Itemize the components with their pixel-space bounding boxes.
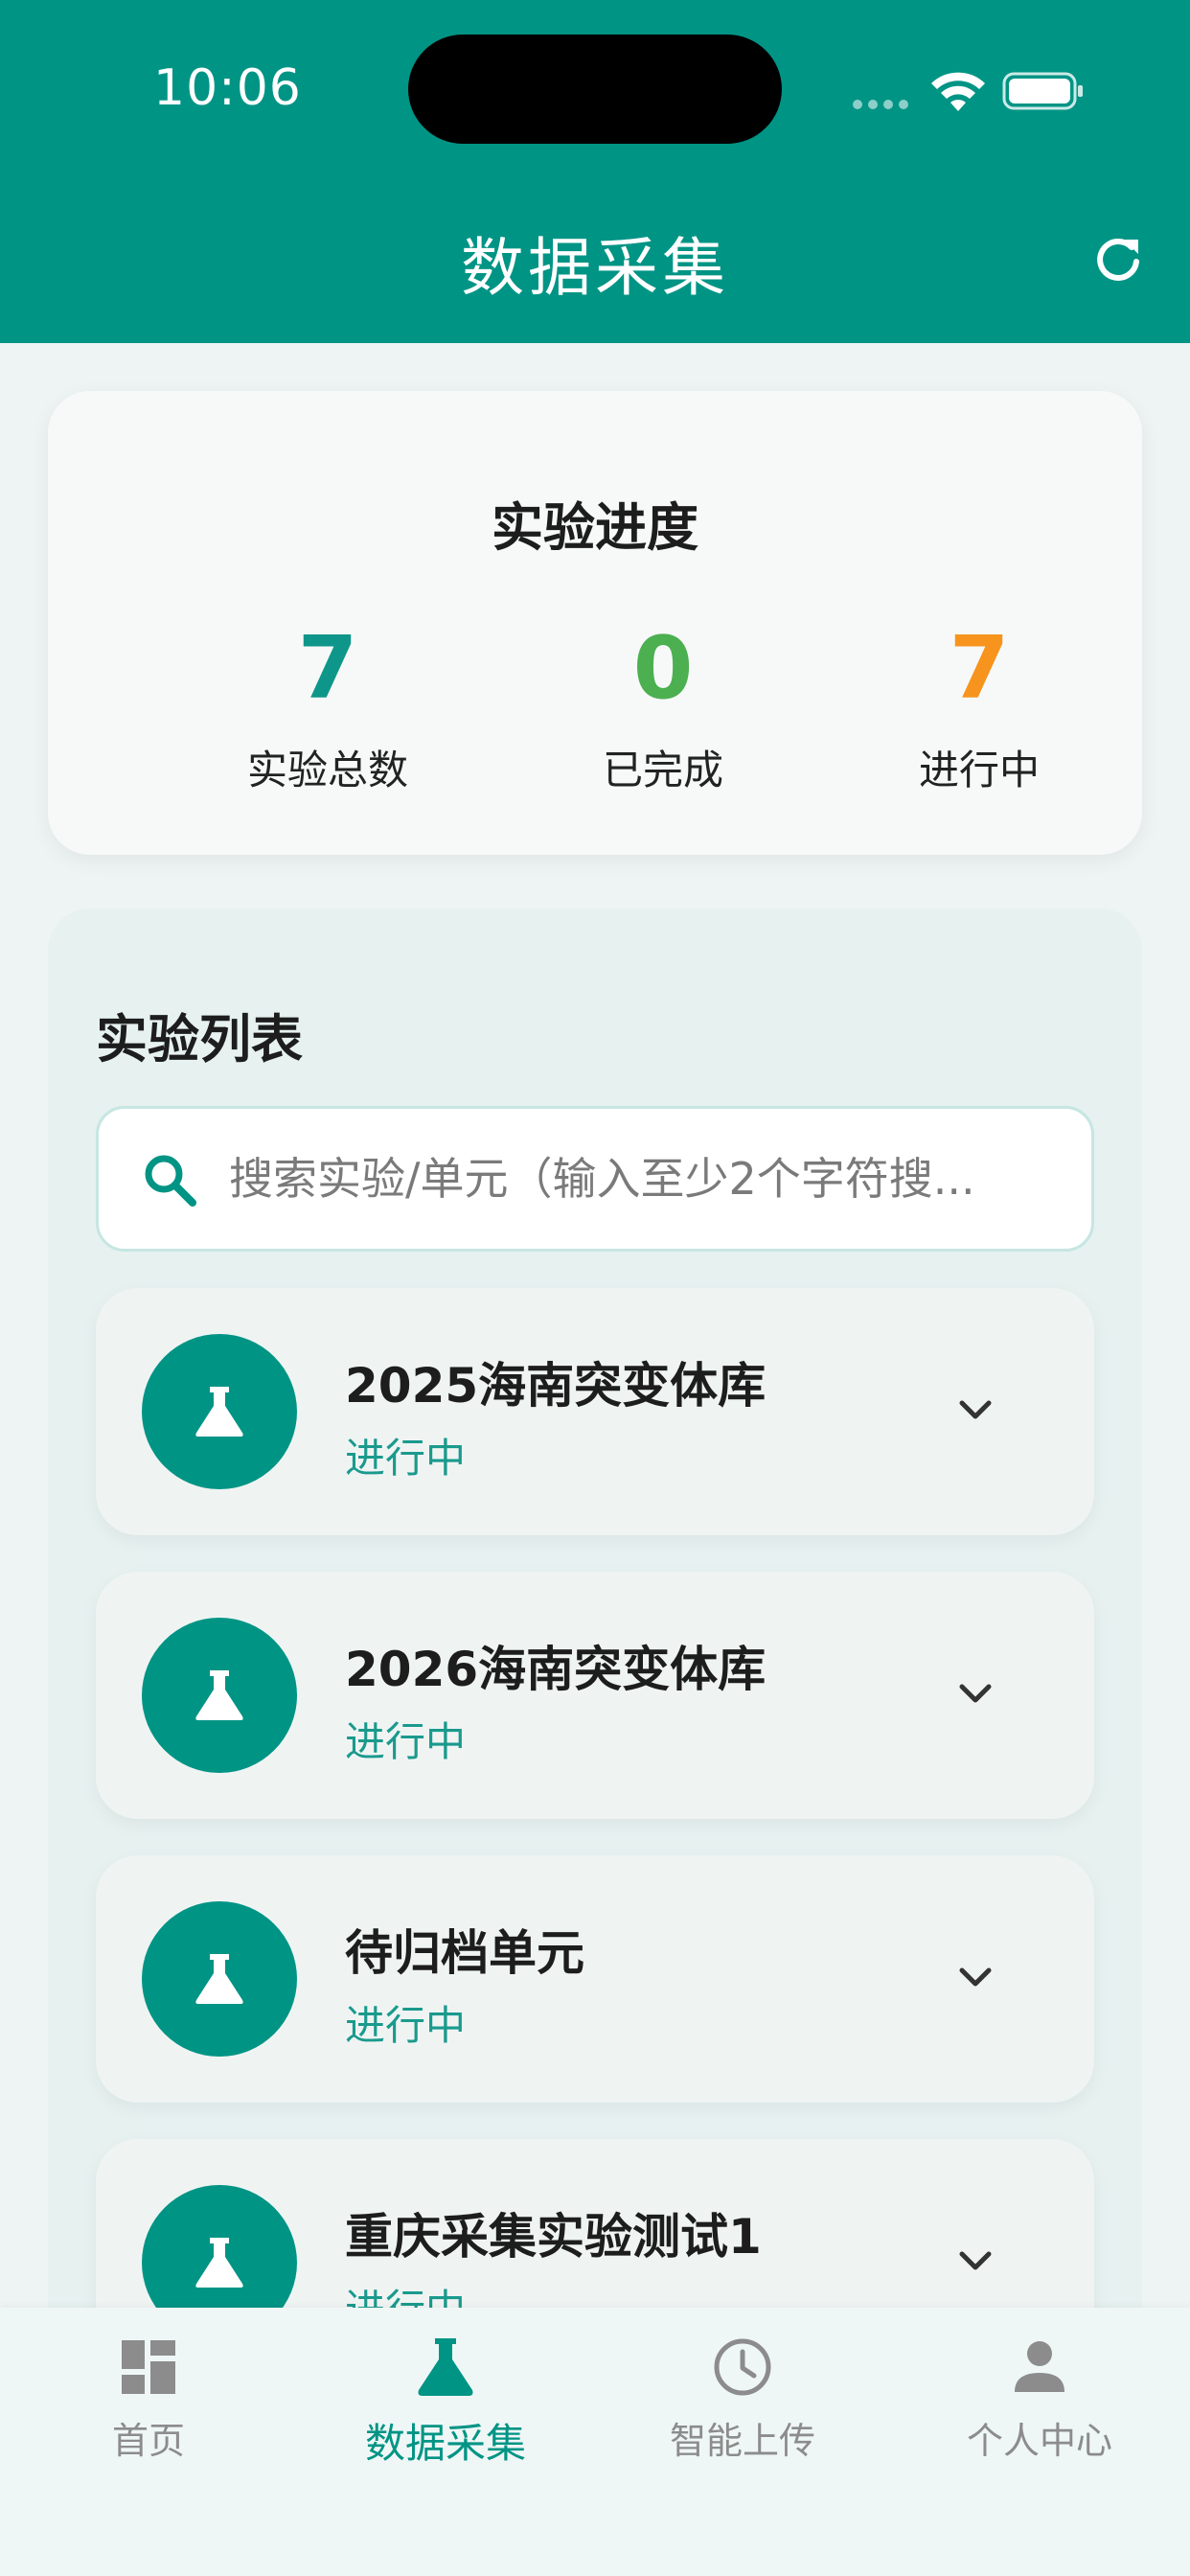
stat-in-progress: 7 进行中 [835,621,1123,796]
experiment-name: 2026海南突变体库 [345,1642,767,1697]
clock-icon [714,2338,771,2396]
cellular-signal-icon [853,100,908,109]
progress-title: 实验进度 [492,497,698,558]
dynamic-island [408,34,782,144]
tab-data-collection[interactable]: 数据采集 [297,2334,594,2470]
chevron-down-icon[interactable] [954,1957,996,1999]
experiment-status: 进行中 [345,2002,467,2049]
chevron-down-icon[interactable] [954,1673,996,1715]
stat-in-progress-label: 进行中 [918,747,1040,794]
tab-data-collection-label: 数据采集 [364,2420,526,2467]
tab-home[interactable]: 首页 [0,2334,297,2464]
page-title: 数据采集 [461,231,729,305]
search-icon [145,1155,196,1207]
flask-icon [195,1387,243,1437]
experiment-card[interactable]: 2025海南突变体库 进行中 [96,1288,1094,1535]
tab-smart-upload[interactable]: 智能上传 [594,2334,891,2464]
stat-completed: 0 已完成 [519,621,807,796]
experiment-status: 进行中 [345,1435,467,1482]
experiment-name: 2025海南突变体库 [345,1358,767,1414]
stat-total: 7 实验总数 [184,621,471,796]
stat-total-label: 实验总数 [246,747,408,794]
experiment-avatar [142,1618,297,1773]
stat-completed-label: 已完成 [602,747,723,794]
chevron-down-icon[interactable] [954,1390,996,1432]
progress-card: 实验进度 7 实验总数 0 已完成 7 进行中 [48,391,1142,855]
person-icon [1015,2341,1064,2392]
experiment-status: 进行中 [345,1718,467,1765]
flask-icon [418,2338,473,2396]
experiment-card[interactable]: 待归档单元 进行中 [96,1855,1094,2103]
battery-icon [1002,72,1083,110]
list-title: 实验列表 [96,1009,303,1070]
chevron-down-icon[interactable] [954,2241,996,2283]
search-box[interactable] [96,1106,1094,1252]
search-input[interactable] [229,1138,1072,1220]
refresh-icon[interactable] [1092,234,1144,286]
experiment-name: 待归档单元 [345,1925,584,1981]
tab-profile[interactable]: 个人中心 [891,2334,1188,2464]
stat-total-value: 7 [297,618,358,719]
tab-home-label: 首页 [111,2420,185,2462]
app-screen: 10:06 数据采集 实验进度 7 实验总数 0 已完成 7 进行中 实验列表 … [0,0,1190,2576]
flask-icon [195,1670,243,1720]
wifi-icon [931,72,985,111]
stat-completed-value: 0 [632,618,694,719]
experiment-name: 重庆采集实验测试1 [345,2209,762,2265]
header-bar: 10:06 数据采集 [0,0,1190,343]
dashboard-icon [122,2340,175,2394]
experiment-avatar [142,1334,297,1489]
tab-smart-upload-label: 智能上传 [669,2420,815,2462]
bottom-tab-bar: 首页 数据采集 智能上传 个人中心 [0,2308,1190,2576]
status-time: 10:06 [153,59,302,117]
experiment-card[interactable]: 2026海南突变体库 进行中 [96,1572,1094,1819]
tab-profile-label: 个人中心 [966,2420,1112,2462]
experiment-avatar [142,1901,297,2057]
flask-icon [195,2238,243,2288]
flask-icon [195,1954,243,2004]
stat-in-progress-value: 7 [949,618,1010,719]
